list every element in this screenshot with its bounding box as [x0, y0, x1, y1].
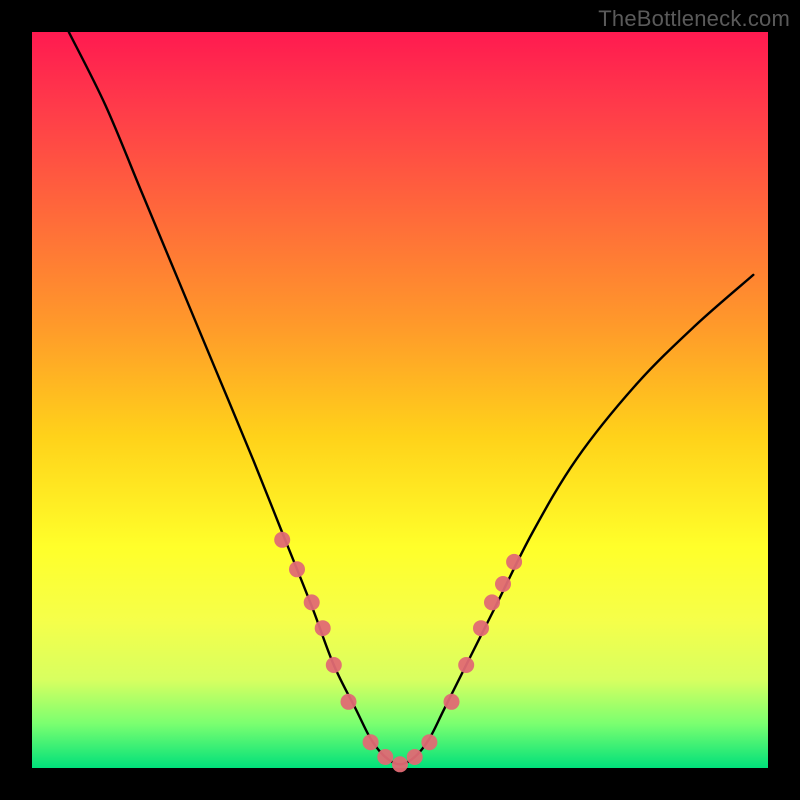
marker-dot: [506, 554, 522, 570]
marker-dot: [421, 734, 437, 750]
chart-frame: TheBottleneck.com: [0, 0, 800, 800]
marker-dot: [495, 576, 511, 592]
marker-dot: [473, 620, 489, 636]
marker-dot: [289, 561, 305, 577]
watermark-text: TheBottleneck.com: [598, 6, 790, 32]
plot-area: [32, 32, 768, 768]
marker-dot: [484, 594, 500, 610]
marker-dot: [341, 694, 357, 710]
bottleneck-curve: [69, 32, 754, 764]
marker-dot: [304, 594, 320, 610]
marker-dot: [458, 657, 474, 673]
marker-dot: [315, 620, 331, 636]
curve-markers: [274, 532, 522, 773]
marker-dot: [377, 749, 393, 765]
marker-dot: [363, 734, 379, 750]
marker-dot: [407, 749, 423, 765]
curve-svg: [32, 32, 768, 768]
marker-dot: [274, 532, 290, 548]
marker-dot: [444, 694, 460, 710]
marker-dot: [392, 756, 408, 772]
marker-dot: [326, 657, 342, 673]
